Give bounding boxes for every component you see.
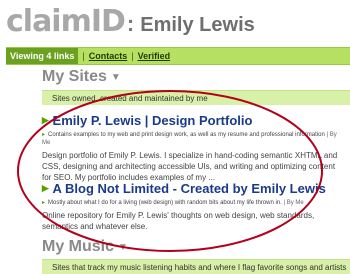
viewing-count: Viewing 4 links (6, 48, 79, 64)
entry-author: | By Me (283, 200, 304, 206)
nav-separator: | (82, 51, 85, 61)
section-title-label: My Music (42, 238, 115, 255)
my-sites-description: Sites owned, created and maintained by m… (42, 90, 350, 105)
caret-down-icon[interactable]: ▼ (111, 72, 121, 83)
tag-arrow-icon: ▸ (42, 200, 46, 206)
my-music-heading[interactable]: My Music ▼ (42, 238, 128, 256)
verified-link[interactable]: Verified (138, 51, 171, 61)
claimid-logo[interactable]: claimID (6, 4, 126, 39)
entry-title-link[interactable]: ▸ A Blog Not Limited - Created by Emily … (42, 180, 342, 196)
contacts-link[interactable]: Contacts (89, 51, 128, 61)
entry-meta-text: Contains examples to my web and print de… (48, 132, 325, 138)
bullet-arrow-icon: ▸ (42, 112, 49, 127)
site-header: claimID : Emily Lewis (6, 4, 255, 39)
entry-meta-text: Mostly about what I do for a living (web… (48, 200, 282, 206)
entry-description: Online repository for Emily P. Lewis' th… (42, 211, 315, 231)
tag-arrow-icon: ▸ (42, 132, 46, 138)
site-entry: ▸ A Blog Not Limited - Created by Emily … (42, 180, 342, 233)
my-sites-heading[interactable]: My Sites ▼ (42, 68, 121, 86)
profile-name: Emily Lewis (140, 14, 255, 36)
profile-nav-bar: Viewing 4 links | Contacts | Verified (6, 47, 350, 65)
bullet-arrow-icon: ▸ (42, 180, 49, 195)
entry-title-link[interactable]: ▸ Emily P. Lewis | Design Portfolio (42, 112, 342, 128)
entry-meta: ▸ Mostly about what I do for a living (we… (42, 199, 342, 207)
entry-description: Design portfolio of Emily P. Lewis. I sp… (42, 151, 338, 182)
caret-down-icon[interactable]: ▼ (118, 242, 128, 253)
entry-title-text[interactable]: A Blog Not Limited - Created by Emily Le… (53, 181, 326, 196)
my-music-description: Sites that track my music listening habi… (42, 259, 350, 274)
entry-meta: ▸ Contains examples to my web and print d… (42, 131, 342, 147)
site-entry: ▸ Emily P. Lewis | Design Portfolio ▸ Con… (42, 112, 342, 184)
entry-title-text[interactable]: Emily P. Lewis | Design Portfolio (53, 113, 253, 128)
section-title-label: My Sites (42, 68, 107, 85)
nav-separator: | (131, 51, 134, 61)
brand-separator: : (126, 11, 135, 36)
